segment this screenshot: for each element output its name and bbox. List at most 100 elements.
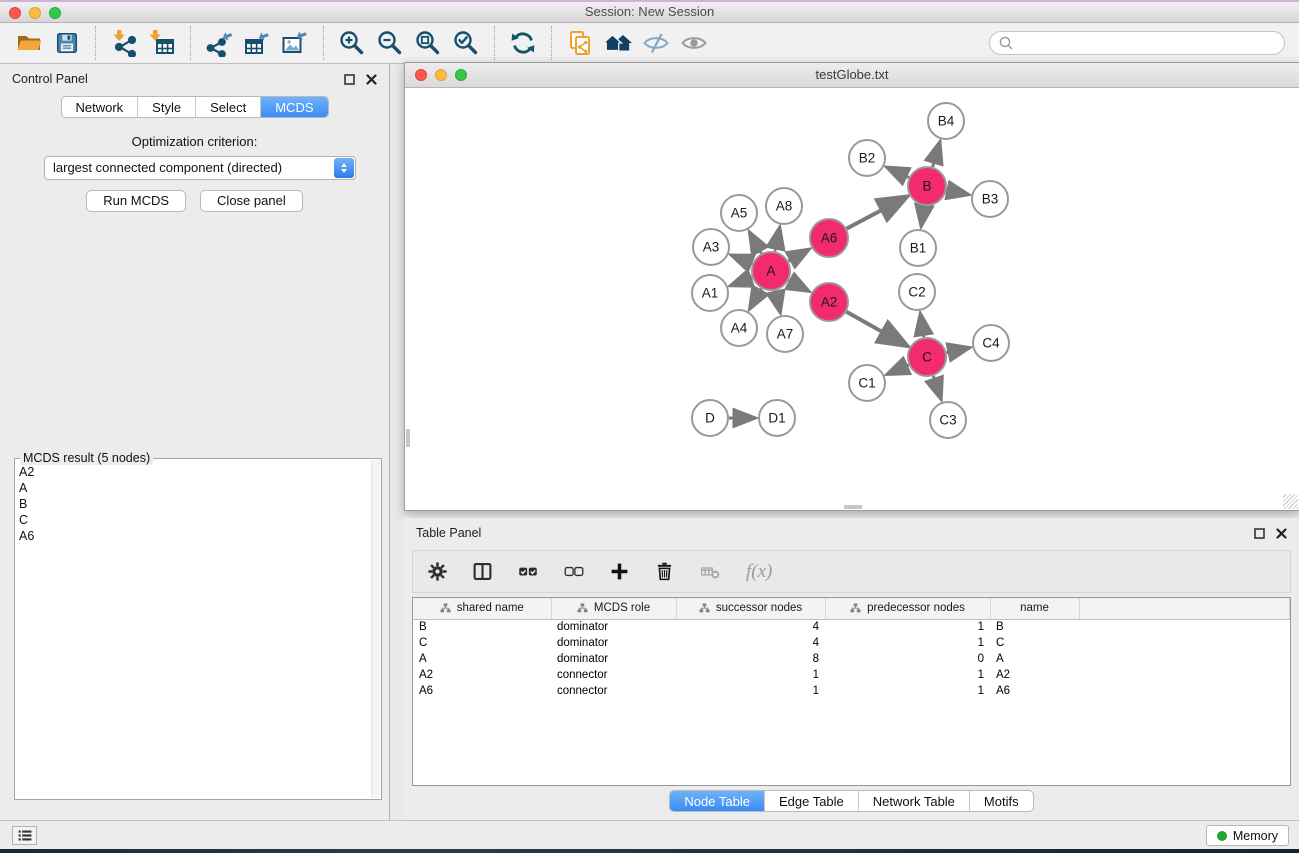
graph-edge-A6-B[interactable]	[847, 197, 907, 229]
delete-table-icon	[699, 561, 722, 582]
tab-mcds[interactable]: MCDS	[260, 97, 327, 117]
export-table-button[interactable]	[240, 26, 274, 60]
task-history-button[interactable]	[12, 826, 37, 845]
graph-edge-B-B3[interactable]	[947, 190, 969, 195]
graph-edge-A-A2[interactable]	[789, 280, 809, 291]
graph-edge-C-C2[interactable]	[920, 314, 924, 337]
toolbar-separator	[323, 26, 324, 60]
copy-documents-icon	[566, 29, 594, 57]
tab-network[interactable]: Network	[61, 97, 137, 117]
export-image-button[interactable]	[278, 26, 312, 60]
table-row[interactable]: Cdominator41C	[413, 635, 1290, 651]
app-window: Session: New Session	[0, 0, 1299, 853]
zoom-fit-button[interactable]	[411, 26, 445, 60]
delete-table-button[interactable]	[699, 561, 722, 582]
tab-style[interactable]: Style	[137, 97, 195, 117]
function-builder-button[interactable]: f(x)	[746, 561, 772, 583]
table-row[interactable]: Bdominator41B	[413, 619, 1290, 635]
close-panel-button[interactable]: Close panel	[200, 190, 303, 212]
search-input[interactable]	[1014, 36, 1276, 50]
graph-edge-A-A3[interactable]	[731, 255, 752, 263]
result-item[interactable]: C	[19, 512, 369, 528]
tab-select[interactable]: Select	[195, 97, 260, 117]
open-folder-icon	[15, 29, 43, 57]
add-column-button[interactable]	[609, 561, 630, 582]
close-window-button[interactable]	[9, 7, 21, 19]
graph-edge-B-B2[interactable]	[887, 167, 909, 177]
result-item[interactable]: A	[19, 480, 369, 496]
zoom-out-button[interactable]	[373, 26, 407, 60]
network-graph: B4B2BB3B1A5A8A6A3AA1A2A4A7C2CC4C1C3DD1	[406, 89, 1298, 509]
export-network-button[interactable]	[202, 26, 236, 60]
float-panel-icon[interactable]	[344, 74, 355, 85]
graph-edge-A-A4[interactable]	[750, 288, 761, 308]
run-mcds-button[interactable]: Run MCDS	[86, 190, 186, 212]
result-item[interactable]: B	[19, 496, 369, 512]
tab-network-table[interactable]: Network Table	[858, 791, 969, 811]
memory-button[interactable]: Memory	[1206, 825, 1289, 846]
graph-edge-A-A8[interactable]	[775, 228, 780, 252]
minimize-window-button[interactable]	[29, 7, 41, 19]
float-panel-icon[interactable]	[1254, 528, 1265, 539]
import-network-button[interactable]	[107, 26, 141, 60]
refresh-button[interactable]	[506, 26, 540, 60]
table-row[interactable]: A6connector11A6	[413, 683, 1290, 699]
open-session-button[interactable]	[12, 26, 46, 60]
checked-boxes-icon	[517, 561, 539, 582]
graph-edge-C-C1[interactable]	[887, 365, 908, 374]
delete-column-button[interactable]	[654, 561, 675, 582]
column-header-successor-nodes[interactable]: successor nodes	[676, 598, 825, 619]
import-table-button[interactable]	[145, 26, 179, 60]
node-table[interactable]: shared name MCDS role successor nodes	[412, 597, 1291, 786]
network-minimize-button[interactable]	[435, 69, 447, 81]
graph-edge-C-C3[interactable]	[933, 376, 941, 399]
graph-edge-A-A7[interactable]	[775, 291, 780, 313]
graph-node-label-D1: D1	[768, 411, 785, 426]
zoom-selected-button[interactable]	[449, 26, 483, 60]
show-all-button[interactable]	[677, 26, 711, 60]
network-close-button[interactable]	[415, 69, 427, 81]
optimization-criterion-dropdown[interactable]: largest connected component (directed)	[44, 156, 356, 180]
window-controls	[9, 7, 61, 19]
close-panel-icon[interactable]	[1276, 528, 1287, 539]
column-header-shared-name[interactable]: shared name	[413, 598, 551, 619]
first-neighbors-button[interactable]	[601, 26, 635, 60]
column-header-name[interactable]: name	[990, 598, 1079, 619]
column-header-mcds-role[interactable]: MCDS role	[551, 598, 676, 619]
select-all-button[interactable]	[517, 561, 539, 582]
network-canvas[interactable]: B4B2BB3B1A5A8A6A3AA1A2A4A7C2CC4C1C3DD1	[406, 89, 1298, 509]
save-session-button[interactable]	[50, 26, 84, 60]
canvas-hscroll-thumb[interactable]	[844, 505, 862, 509]
copy-style-button[interactable]	[563, 26, 597, 60]
zoom-window-button[interactable]	[49, 7, 61, 19]
table-row[interactable]: Adominator80A	[413, 651, 1290, 667]
tab-motifs[interactable]: Motifs	[969, 791, 1033, 811]
column-header-predecessor-nodes[interactable]: predecessor nodes	[825, 598, 990, 619]
graph-edge-A-A1[interactable]	[731, 278, 752, 286]
result-list-scrollbar[interactable]	[371, 460, 380, 798]
result-item[interactable]: A2	[19, 464, 369, 480]
table-settings-button[interactable]	[427, 561, 448, 582]
close-panel-icon[interactable]	[366, 74, 377, 85]
graph-node-label-C1: C1	[858, 376, 875, 391]
import-table-icon	[148, 29, 176, 57]
resize-grip[interactable]	[1283, 494, 1298, 509]
deselect-all-button[interactable]	[563, 561, 585, 582]
table-row[interactable]: A2connector11A2	[413, 667, 1290, 683]
graph-edge-A-A5[interactable]	[750, 232, 762, 253]
graph-edge-C-C4[interactable]	[947, 348, 970, 353]
graph-edge-A-A6[interactable]	[788, 249, 809, 261]
tab-node-table[interactable]: Node Table	[670, 791, 764, 811]
export-image-icon	[281, 29, 309, 57]
search-icon	[998, 35, 1014, 51]
zoom-in-button[interactable]	[335, 26, 369, 60]
network-zoom-button[interactable]	[455, 69, 467, 81]
graph-edge-A2-C[interactable]	[846, 312, 907, 346]
hide-selected-button[interactable]	[639, 26, 673, 60]
result-item[interactable]: A6	[19, 528, 369, 544]
graph-edge-B-B1[interactable]	[921, 206, 924, 226]
canvas-vscroll-thumb[interactable]	[406, 429, 410, 447]
show-columns-button[interactable]	[472, 561, 493, 582]
tab-edge-table[interactable]: Edge Table	[764, 791, 858, 811]
graph-edge-B-B4[interactable]	[933, 142, 940, 167]
